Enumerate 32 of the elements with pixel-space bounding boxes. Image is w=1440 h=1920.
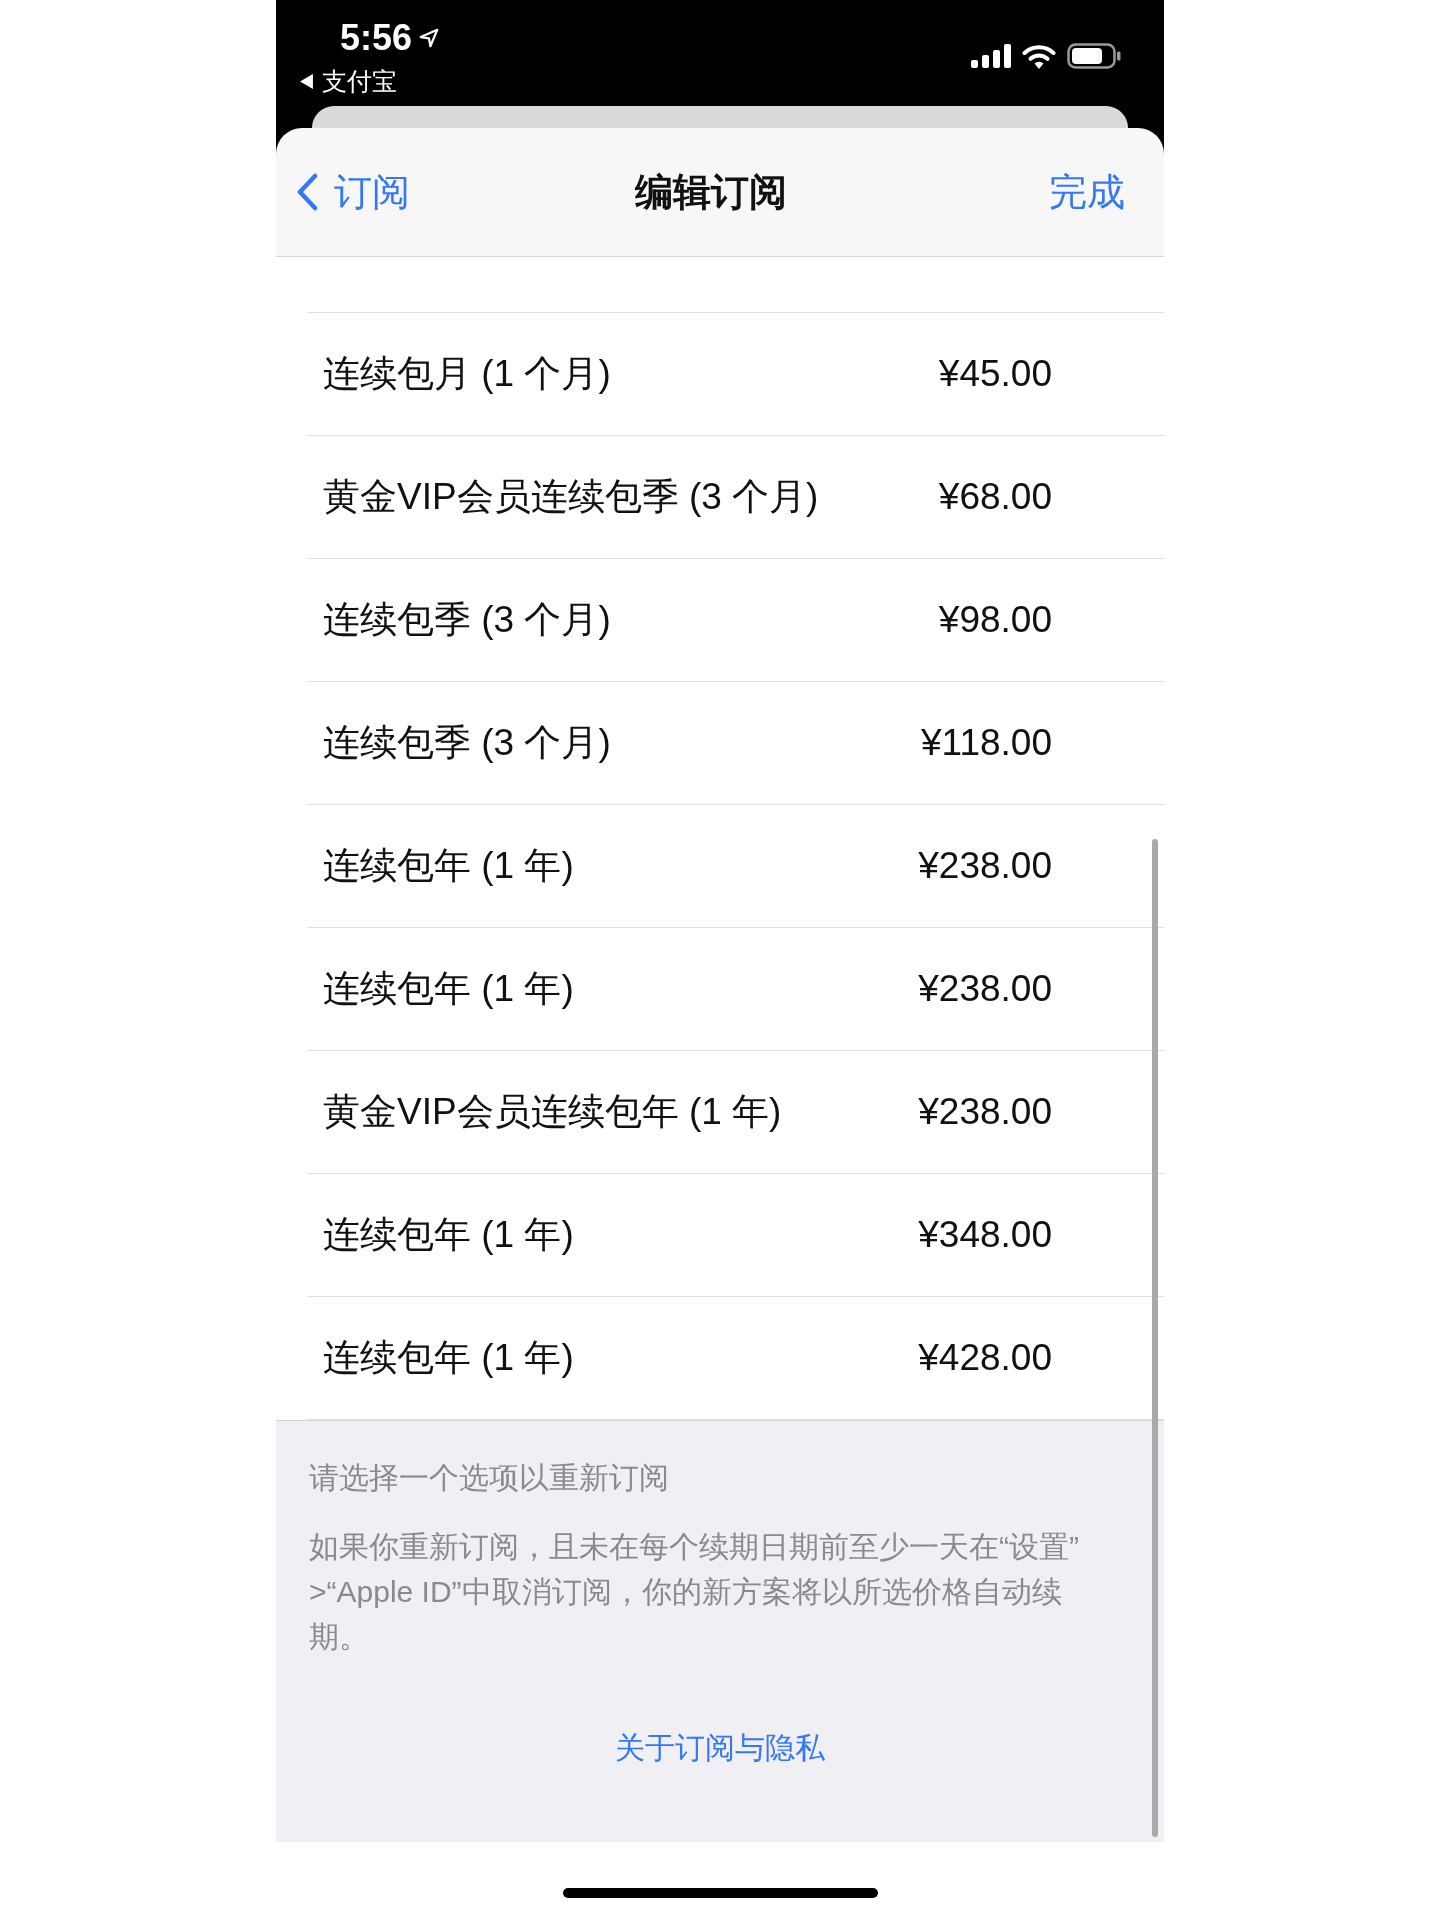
option-price: ¥238.00	[918, 967, 1052, 1011]
back-to-app-button[interactable]: 支付宝	[300, 66, 441, 96]
option-name: 连续包年 (1 年)	[323, 967, 574, 1011]
option-price: ¥98.00	[938, 598, 1052, 642]
wifi-icon	[1022, 43, 1056, 69]
done-button[interactable]: 完成	[1049, 169, 1125, 215]
option-name: 黄金VIP会员连续包季 (3 个月)	[323, 475, 819, 519]
option-price: ¥118.00	[921, 721, 1052, 765]
privacy-link[interactable]: 关于订阅与隐私	[615, 1729, 825, 1767]
option-name: 连续包季 (3 个月)	[323, 721, 611, 765]
footer-heading: 请选择一个选项以重新订阅	[309, 1460, 669, 1496]
back-button[interactable]: 订阅	[296, 169, 410, 215]
option-name: 连续包年 (1 年)	[323, 1213, 574, 1257]
page-title: 编辑订阅	[634, 170, 787, 215]
option-name: 连续包月 (1 个月)	[323, 352, 611, 396]
option-price: ¥238.00	[918, 1090, 1052, 1134]
option-name: 连续包年 (1 年)	[323, 844, 574, 888]
option-name: 连续包年 (1 年)	[323, 1336, 574, 1380]
option-price: ¥428.00	[918, 1336, 1052, 1380]
option-name: 连续包季 (3 个月)	[323, 598, 611, 642]
back-chevron-icon	[296, 173, 318, 211]
option-price: ¥238.00	[918, 844, 1052, 888]
back-triangle-icon	[300, 73, 313, 89]
option-price: ¥68.00	[938, 475, 1052, 519]
option-price: ¥348.00	[918, 1213, 1052, 1257]
location-arrow-icon	[418, 27, 441, 49]
option-price: ¥45.00	[938, 352, 1052, 396]
status-time: 5:56	[340, 16, 413, 60]
renewal-note: 如果你重新订阅，且未在每个续期日期前至少一天在“设置”>“Apple ID”中取消订阅，你的新方案将以所选价格自动续期。	[309, 1529, 1080, 1655]
signal-icon	[971, 44, 1011, 68]
option-name: 黄金VIP会员连续包年 (1 年)	[323, 1090, 782, 1134]
battery-icon	[1067, 43, 1121, 69]
